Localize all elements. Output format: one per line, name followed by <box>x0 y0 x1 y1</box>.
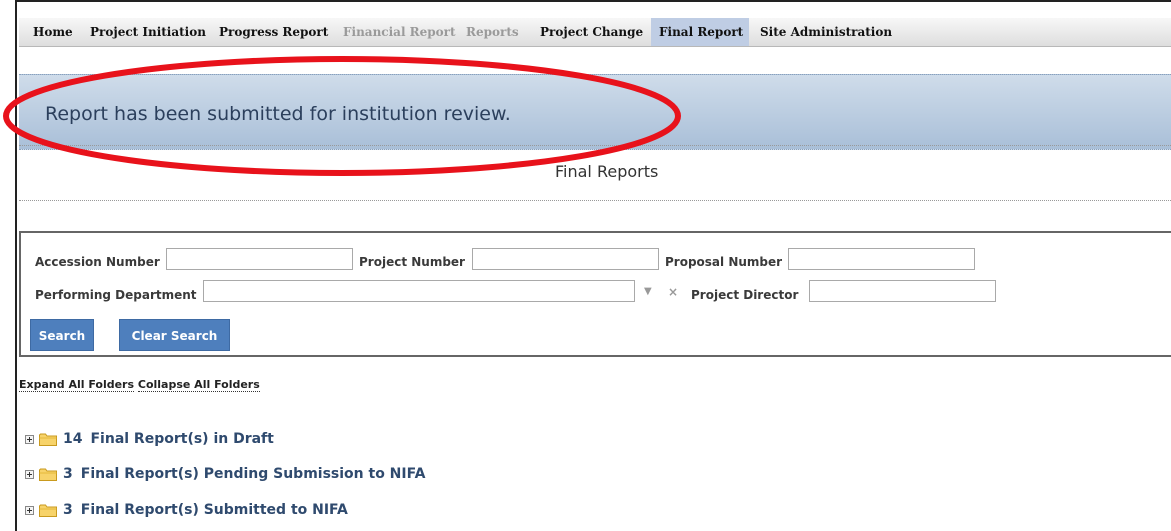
folder-label: Final Report(s) Pending Submission to NI… <box>80 466 426 482</box>
nav-item-site-administration[interactable]: Site Administration <box>752 18 900 46</box>
expand-all-folders-link[interactable]: Expand All Folders <box>19 378 135 392</box>
collapse-all-folders-link[interactable]: Collapse All Folders <box>137 378 260 392</box>
nav-item-reports: Reports <box>466 25 519 39</box>
folder-controls: Expand All Folders Collapse All Folders <box>19 378 260 392</box>
accession-number-input[interactable] <box>166 248 353 270</box>
proposal-number-input[interactable] <box>788 248 975 270</box>
proposal-number-label: Proposal Number <box>665 255 783 269</box>
project-director-input[interactable] <box>809 280 996 302</box>
expand-icon[interactable] <box>25 505 34 515</box>
clear-search-button[interactable]: Clear Search <box>119 319 230 351</box>
performing-department-combobox[interactable] <box>203 280 635 302</box>
nav-item-progress-report[interactable]: Progress Report <box>211 18 336 46</box>
nav-item-final-report[interactable]: Final Report <box>651 18 749 46</box>
folder-icon <box>39 468 57 481</box>
folder-count: 14 <box>63 431 83 447</box>
nav-item-project-change[interactable]: Project Change <box>532 18 651 46</box>
expand-icon[interactable] <box>25 434 34 444</box>
folder-icon <box>39 504 57 517</box>
folder-count: 3 <box>63 466 73 482</box>
divider <box>19 200 1171 201</box>
search-panel: Accession Number Project Number Proposal… <box>19 231 1171 357</box>
chevron-down-icon[interactable]: ▼ <box>644 286 652 297</box>
project-director-label: Project Director <box>691 288 799 302</box>
expand-icon[interactable] <box>25 469 34 479</box>
folder-row-pending-submission[interactable]: 3 Final Report(s) Pending Submission to … <box>25 463 425 485</box>
top-nav-bar: Home Project Initiation Progress Report … <box>19 18 1171 47</box>
highlight-ellipse-annotation <box>3 56 681 176</box>
nav-item-project-initiation[interactable]: Project Initiation <box>82 18 214 46</box>
performing-department-label: Performing Department <box>35 288 197 302</box>
folder-label: Final Report(s) Submitted to NIFA <box>80 502 348 518</box>
folder-count: 3 <box>63 502 73 518</box>
folder-row-draft[interactable]: 14 Final Report(s) in Draft <box>25 428 274 450</box>
project-number-input[interactable] <box>472 248 659 270</box>
clear-icon[interactable]: × <box>668 285 678 299</box>
nav-item-home[interactable]: Home <box>25 18 81 46</box>
folder-label: Final Report(s) in Draft <box>90 431 274 447</box>
project-number-label: Project Number <box>359 255 465 269</box>
folder-icon <box>39 433 57 446</box>
accession-number-label: Accession Number <box>35 255 160 269</box>
search-button[interactable]: Search <box>30 319 94 351</box>
folder-row-submitted[interactable]: 3 Final Report(s) Submitted to NIFA <box>25 499 348 521</box>
nav-item-financial-report: Financial Report <box>343 25 456 39</box>
